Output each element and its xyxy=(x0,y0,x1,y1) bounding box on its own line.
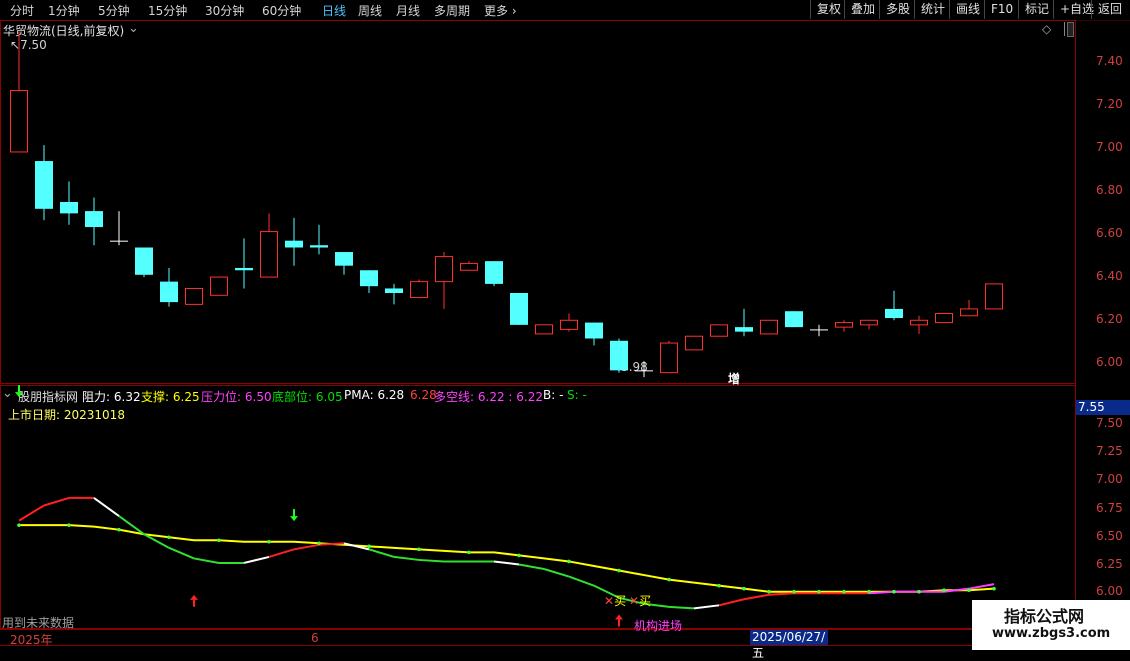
main-line-segment xyxy=(293,543,320,551)
down-arrow-icon xyxy=(290,509,298,522)
support-dot xyxy=(567,559,571,564)
site-watermark: 指标公式网 www.zbgs3.com xyxy=(972,600,1130,650)
watermark-title: 指标公式网 xyxy=(1004,607,1085,626)
down-arrow-icon xyxy=(15,385,23,398)
main-line-segment xyxy=(668,605,695,610)
support-dot xyxy=(467,550,471,555)
support-dot xyxy=(842,589,846,594)
main-line-segment xyxy=(693,604,720,610)
support-line xyxy=(19,524,995,593)
support-dot xyxy=(942,588,946,592)
support-dot xyxy=(792,589,796,594)
main-line-segment xyxy=(743,593,770,601)
main-line-segment xyxy=(193,557,220,564)
buy-marker: ✕买 xyxy=(629,594,652,608)
support-dot xyxy=(917,589,921,594)
support-dot xyxy=(117,527,121,532)
support-dot xyxy=(892,589,896,594)
support-dot xyxy=(417,547,421,552)
main-line-segment xyxy=(93,497,120,517)
down-arrow-head xyxy=(290,516,298,522)
cursor-date-text: 2025/06/27/五 xyxy=(752,630,826,660)
support-dot xyxy=(167,535,171,540)
main-line-segment xyxy=(18,504,45,522)
main-line-segment xyxy=(768,592,795,596)
support-dot xyxy=(267,539,271,544)
support-dot xyxy=(867,589,871,594)
main-line-segment xyxy=(518,563,545,570)
support-dot xyxy=(717,583,721,588)
main-line-segment xyxy=(543,568,570,578)
indicator-chart[interactable] xyxy=(0,0,1130,650)
time-axis-year: 2025年 xyxy=(10,633,53,647)
main-line-segment xyxy=(368,548,395,558)
main-line-segment xyxy=(718,598,745,607)
main-line-segment xyxy=(493,560,520,566)
future-data-note: 用到未来数据 xyxy=(2,616,75,630)
support-dot xyxy=(317,541,321,546)
institution-entry-label: 机构进场 xyxy=(634,619,683,633)
cursor-date-box: 2025/06/27/五 xyxy=(750,630,828,660)
support-dot xyxy=(667,577,671,582)
support-dot xyxy=(367,544,371,549)
main-line-segment xyxy=(268,548,295,558)
time-axis-month: 6 xyxy=(311,631,319,645)
support-dot xyxy=(767,589,771,594)
main-line-segment xyxy=(168,546,195,560)
up-arrow-head xyxy=(190,594,198,600)
main-line-segment xyxy=(243,555,270,564)
support-dot xyxy=(67,523,71,527)
watermark-url: www.zbgs3.com xyxy=(992,626,1111,641)
buy-marker: ✕买 xyxy=(604,594,627,608)
support-dot xyxy=(992,586,996,591)
main-line-segment xyxy=(418,558,445,563)
main-line-segment xyxy=(43,496,70,507)
support-dot xyxy=(617,568,621,573)
support-dot xyxy=(817,589,821,594)
support-dot xyxy=(17,523,21,527)
support-dot xyxy=(217,538,221,543)
support-dot xyxy=(967,588,971,592)
up-arrow-head xyxy=(615,614,623,620)
main-line-segment xyxy=(393,555,420,561)
support-dot xyxy=(742,586,746,591)
up-arrow-icon xyxy=(190,594,198,607)
up-arrow-icon xyxy=(615,614,623,627)
support-dot xyxy=(517,553,521,558)
main-line-segment xyxy=(568,575,595,587)
down-arrow-head xyxy=(15,392,23,398)
